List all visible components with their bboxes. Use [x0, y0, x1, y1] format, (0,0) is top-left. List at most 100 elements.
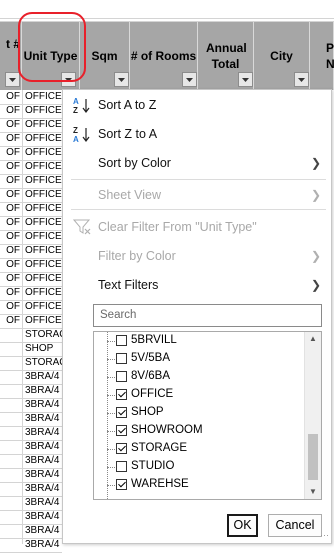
filter-value-item[interactable]: WAREHSE	[94, 476, 304, 494]
scroll-down-icon[interactable]: ▼	[305, 485, 321, 499]
ok-button[interactable]: OK	[227, 514, 258, 537]
checkbox-checked[interactable]	[116, 479, 127, 490]
checkbox-unchecked[interactable]	[116, 461, 127, 472]
cell-unit-no[interactable]	[0, 328, 22, 342]
cell-unit-no[interactable]: OF	[0, 202, 22, 216]
cell-unit-no[interactable]	[0, 454, 22, 468]
cell-unit-no[interactable]	[0, 342, 22, 356]
cell-unit-type[interactable]: STORAG	[25, 328, 63, 342]
filter-value-item[interactable]: STUDIO	[94, 458, 304, 476]
cell-unit-no[interactable]: OF	[0, 118, 22, 132]
filter-dropdown-button-unit-type[interactable]	[61, 72, 76, 87]
cell-unit-type[interactable]: OFFICE	[25, 258, 63, 272]
cell-unit-type[interactable]: 3BRA/4	[25, 384, 63, 398]
cell-unit-no[interactable]	[0, 538, 22, 552]
menu-item-sort-z-to-a[interactable]: ZA Sort Z to A	[63, 120, 331, 148]
filter-dropdown-button[interactable]	[114, 72, 129, 87]
filter-value-item[interactable]: SHOP	[94, 404, 304, 422]
cell-unit-type[interactable]: OFFICE	[25, 104, 63, 118]
cell-unit-no[interactable]	[0, 370, 22, 384]
cell-unit-type[interactable]: OFFICE	[25, 118, 63, 132]
cell-unit-no[interactable]	[0, 510, 22, 524]
cell-unit-no[interactable]	[0, 524, 22, 538]
cell-unit-no[interactable]	[0, 482, 22, 496]
cell-unit-type[interactable]: OFFICE	[25, 146, 63, 160]
cell-unit-no[interactable]: OF	[0, 174, 22, 188]
cell-unit-no[interactable]: OF	[0, 272, 22, 286]
cell-unit-no[interactable]	[0, 398, 22, 412]
cell-unit-no[interactable]: OF	[0, 132, 22, 146]
checkbox-checked[interactable]	[116, 425, 127, 436]
cancel-button[interactable]: Cancel	[268, 514, 322, 537]
filter-value-item[interactable]: 5BRVILL	[94, 332, 304, 350]
checkbox-checked[interactable]	[116, 443, 127, 454]
cell-unit-type[interactable]: 3BRA/4	[25, 370, 63, 384]
cell-unit-no[interactable]	[0, 384, 22, 398]
cell-unit-type[interactable]: OFFICE	[25, 188, 63, 202]
cell-unit-type[interactable]: OFFICE	[25, 160, 63, 174]
cell-unit-no[interactable]: OF	[0, 258, 22, 272]
filter-search-input[interactable]: Search	[93, 304, 322, 327]
checkbox-unchecked[interactable]	[116, 335, 127, 346]
cell-unit-no[interactable]	[0, 426, 22, 440]
filter-value-item[interactable]: 5V/5BA	[94, 350, 304, 368]
cell-unit-type[interactable]: 3BRA/4	[25, 468, 63, 482]
filter-dropdown-button[interactable]	[5, 72, 20, 87]
filter-value-item[interactable]: 8V/6BA	[94, 368, 304, 386]
filter-dropdown-button[interactable]	[238, 72, 253, 87]
cell-unit-no[interactable]	[0, 412, 22, 426]
cell-unit-type[interactable]: 3BRA/4	[25, 454, 63, 468]
cell-unit-no[interactable]	[0, 468, 22, 482]
column-header-plot-no[interactable]: P Nu	[310, 22, 334, 90]
cell-unit-type[interactable]: 3BRA/4	[25, 412, 63, 426]
cell-unit-no[interactable]: OF	[0, 146, 22, 160]
list-scrollbar[interactable]: ▲ ▼	[304, 332, 321, 499]
checkbox-checked[interactable]	[116, 407, 127, 418]
cell-unit-no[interactable]	[0, 356, 22, 370]
cell-unit-no[interactable]: OF	[0, 90, 22, 104]
filter-value-item[interactable]: OFFICE	[94, 386, 304, 404]
cell-unit-type[interactable]: 3BRA/4	[25, 524, 63, 538]
cell-unit-no[interactable]: OF	[0, 230, 22, 244]
cell-unit-type[interactable]: OFFICE	[25, 244, 63, 258]
filter-value-item[interactable]: SHOWROOM	[94, 422, 304, 440]
cell-unit-type[interactable]: 3BRA/4	[25, 482, 63, 496]
cell-unit-no[interactable]: OF	[0, 286, 22, 300]
cell-unit-no[interactable]: OF	[0, 244, 22, 258]
menu-item-sort-a-to-z[interactable]: AZ Sort A to Z	[63, 91, 331, 119]
cell-unit-type[interactable]: OFFICE	[25, 202, 63, 216]
cell-unit-type[interactable]: 3BRA/4	[25, 538, 63, 552]
cell-unit-type[interactable]: SHOP	[25, 342, 63, 356]
resize-grip-icon[interactable]: ⋯	[320, 530, 329, 541]
cell-unit-type[interactable]: OFFICE	[25, 272, 63, 286]
scroll-up-icon[interactable]: ▲	[305, 332, 321, 346]
cell-unit-type[interactable]: OFFICE	[25, 216, 63, 230]
scrollbar-thumb[interactable]	[308, 434, 318, 480]
filter-dropdown-button[interactable]	[294, 72, 309, 87]
cell-unit-type[interactable]: 3BRA/4	[25, 426, 63, 440]
filter-value-item[interactable]: STORAGE	[94, 440, 304, 458]
cell-unit-no[interactable]	[0, 440, 22, 454]
checkbox-checked[interactable]	[116, 389, 127, 400]
cell-unit-type[interactable]: OFFICE	[25, 174, 63, 188]
cell-unit-no[interactable]: OF	[0, 160, 22, 174]
cell-unit-no[interactable]: OF	[0, 216, 22, 230]
cell-unit-type[interactable]: STORAG	[25, 356, 63, 370]
cell-unit-type[interactable]: 3BRA/4	[25, 510, 63, 524]
cell-unit-no[interactable]	[0, 496, 22, 510]
cell-unit-no[interactable]: OF	[0, 314, 22, 328]
cell-unit-type[interactable]: OFFICE	[25, 132, 63, 146]
cell-unit-no[interactable]: OF	[0, 104, 22, 118]
cell-unit-type[interactable]: OFFICE	[25, 286, 63, 300]
cell-unit-type[interactable]: OFFICE	[25, 90, 63, 104]
checkbox-unchecked[interactable]	[116, 371, 127, 382]
cell-unit-type[interactable]: 3BRA/4	[25, 496, 63, 510]
cell-unit-type[interactable]: OFFICE	[25, 230, 63, 244]
checkbox-unchecked[interactable]	[116, 353, 127, 364]
cell-unit-no[interactable]: OF	[0, 300, 22, 314]
menu-item-sort-by-color[interactable]: Sort by Color ❯	[63, 149, 331, 177]
cell-unit-type[interactable]: 3BRA/4	[25, 398, 63, 412]
cell-unit-type[interactable]: OFFICE	[25, 314, 63, 328]
cell-unit-type[interactable]: OFFICE	[25, 300, 63, 314]
cell-unit-no[interactable]: OF	[0, 188, 22, 202]
